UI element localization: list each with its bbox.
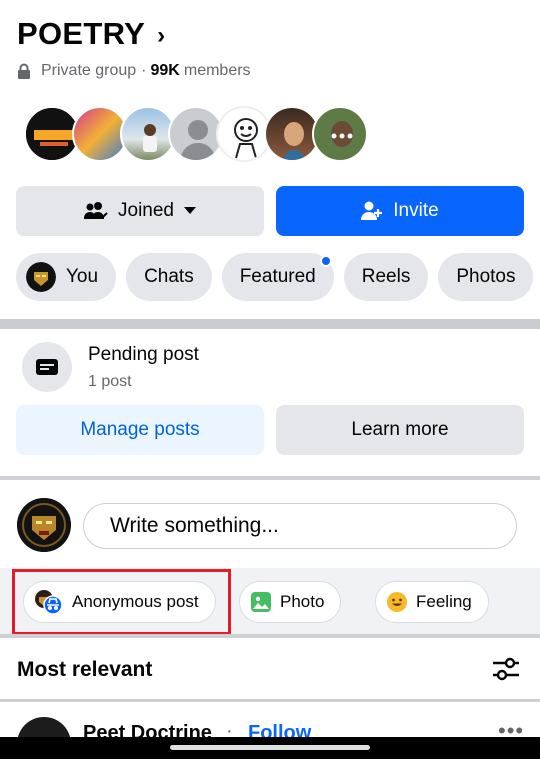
members-label: members bbox=[183, 62, 251, 79]
home-gesture-handle[interactable] bbox=[170, 745, 370, 750]
tab-featured[interactable]: Featured bbox=[221, 253, 334, 301]
tab-you[interactable]: You bbox=[16, 253, 117, 301]
write-something-input[interactable]: Write something... bbox=[83, 503, 517, 549]
notification-dot bbox=[319, 255, 332, 267]
section-divider bbox=[0, 634, 540, 638]
highlight-box bbox=[12, 569, 231, 635]
group-tabs: You Chats Featured Reels Photos bbox=[16, 253, 534, 301]
composer-placeholder: Write something... bbox=[110, 514, 279, 537]
joined-button[interactable]: Joined bbox=[16, 186, 264, 236]
member-avatars[interactable] bbox=[24, 106, 368, 162]
invite-button[interactable]: Invite bbox=[276, 186, 524, 236]
group-header[interactable]: POETRY › bbox=[17, 16, 165, 52]
chevron-right-icon: › bbox=[157, 22, 166, 49]
photo-icon bbox=[251, 592, 271, 612]
lock-icon bbox=[18, 63, 30, 79]
tab-reels[interactable]: Reels bbox=[343, 253, 429, 301]
joined-label: Joined bbox=[118, 200, 174, 221]
feeling-button[interactable]: Feeling bbox=[375, 581, 489, 623]
tab-you-label: You bbox=[66, 266, 99, 287]
smiley-icon bbox=[387, 592, 407, 612]
section-divider bbox=[0, 699, 540, 702]
manage-posts-button[interactable]: Manage posts bbox=[16, 405, 264, 455]
privacy-label: Private group bbox=[41, 62, 137, 79]
tab-photos[interactable]: Photos bbox=[438, 253, 534, 301]
pending-post-icon bbox=[22, 342, 72, 392]
tab-photos-label: Photos bbox=[456, 266, 516, 287]
feeling-label: Feeling bbox=[416, 592, 472, 611]
pending-post-count: 1 post bbox=[88, 373, 132, 390]
sort-label[interactable]: Most relevant bbox=[17, 658, 152, 682]
learn-more-button[interactable]: Learn more bbox=[276, 405, 524, 455]
learn-more-label: Learn more bbox=[351, 419, 449, 440]
group-members-icon bbox=[84, 202, 108, 219]
user-avatar[interactable] bbox=[17, 498, 71, 552]
meta-separator: · bbox=[141, 62, 147, 79]
member-count: 99K bbox=[150, 62, 180, 79]
group-title[interactable]: POETRY bbox=[17, 16, 145, 52]
invite-label: Invite bbox=[393, 200, 439, 221]
member-avatar[interactable] bbox=[312, 106, 368, 162]
photo-label: Photo bbox=[280, 592, 325, 611]
section-divider bbox=[0, 319, 540, 329]
group-meta: Private group · 99K members bbox=[17, 62, 251, 80]
manage-posts-label: Manage posts bbox=[80, 419, 200, 440]
photo-button[interactable]: Photo bbox=[239, 581, 342, 623]
pending-post-title: Pending post bbox=[88, 344, 199, 365]
tab-chats[interactable]: Chats bbox=[126, 253, 212, 301]
tab-reels-label: Reels bbox=[361, 266, 411, 287]
section-divider bbox=[0, 476, 540, 480]
add-person-icon bbox=[361, 201, 383, 220]
caret-down-icon bbox=[184, 207, 196, 214]
profile-avatar-icon bbox=[26, 262, 56, 292]
tab-chats-label: Chats bbox=[144, 266, 194, 287]
tab-featured-label: Featured bbox=[239, 266, 316, 287]
filter-icon[interactable] bbox=[491, 656, 521, 682]
